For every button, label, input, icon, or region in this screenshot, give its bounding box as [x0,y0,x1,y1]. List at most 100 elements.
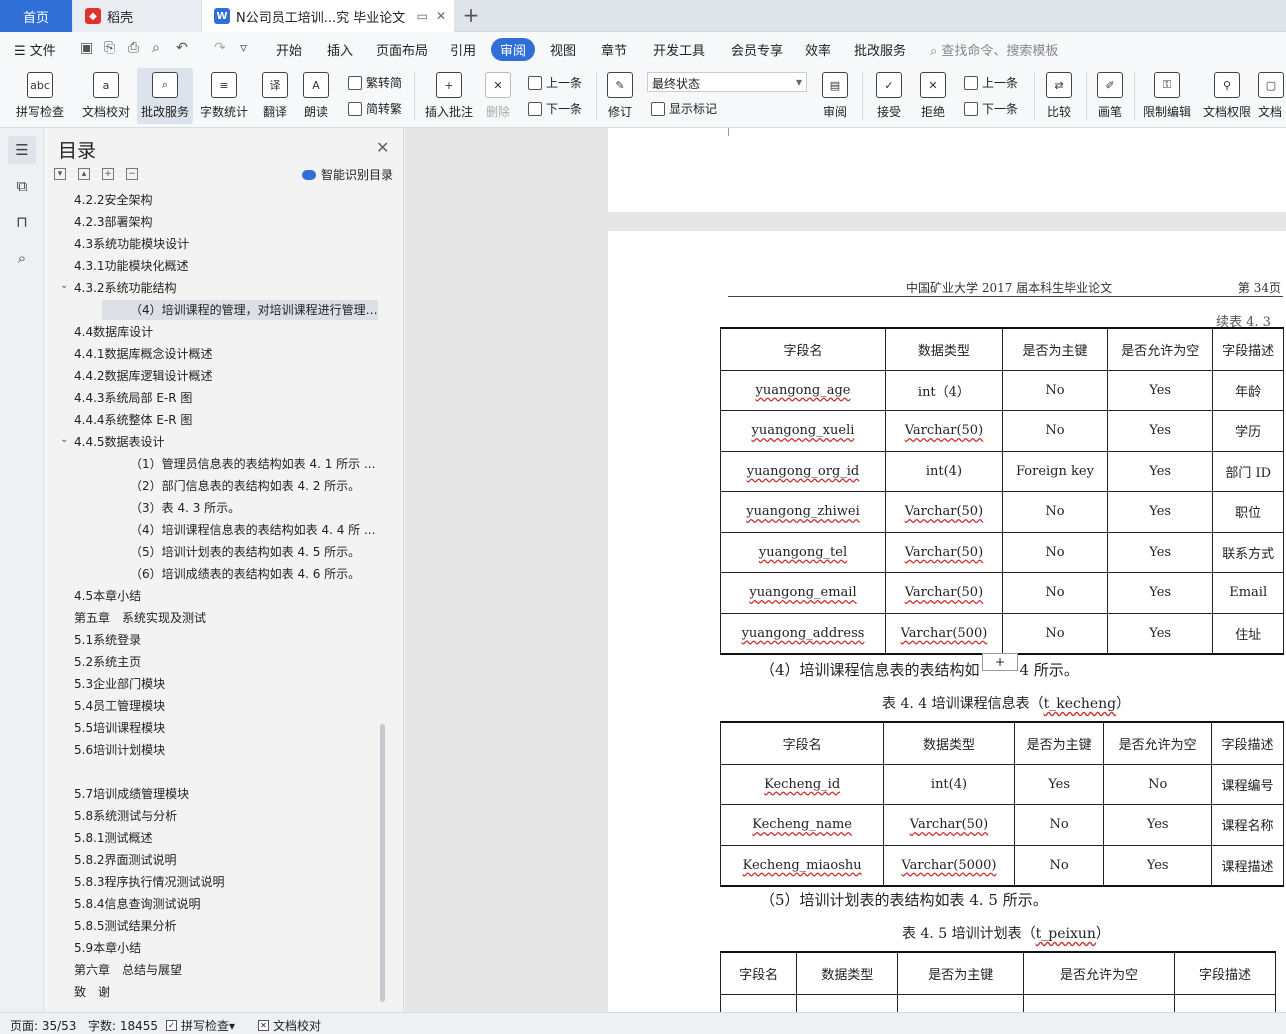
menu-insert[interactable]: 插入 [327,40,353,59]
next-comment-button[interactable]: 下一条 [528,100,582,117]
toc-item[interactable]: 4.4.2数据库逻辑设计概述 [74,366,374,386]
doc-proofread-button[interactable]: a 文档校对 [78,68,134,124]
menu-review[interactable]: 审阅 [491,38,536,61]
tab-document[interactable]: W N公司员工培训...究 毕业论文 ▭ ✕ [202,0,454,32]
toc-item[interactable]: 4.4.3系统局部 E-R 图 [74,388,374,408]
word-count[interactable]: 字数: 18455 [88,1017,158,1034]
expand-up-icon[interactable]: ▴ [78,168,90,180]
trad-to-simp-button[interactable]: 繁转简 [348,74,402,91]
accept-change-button[interactable]: ✓ 接受 [870,68,908,124]
toc-item[interactable]: 4.2.3部署架构 [74,212,374,232]
toc-item[interactable]: 5.8.5测试结果分析 [74,916,374,936]
doc-rights-button[interactable]: ⚲ 文档权限 [1200,68,1254,124]
add-heading-icon[interactable]: + [102,168,114,180]
toc-item[interactable]: 4.4数据库设计 [74,322,374,342]
toc-item[interactable]: 5.8.2界面测试说明 [74,850,374,870]
new-tab-icon[interactable]: + [460,4,482,26]
command-search[interactable]: ⌕ 查找命令、搜索模板 [930,40,1058,59]
prev-change-button[interactable]: 上一条 [964,74,1018,91]
delete-comment-button[interactable]: ✕ 删除 [480,68,516,124]
read-aloud-button[interactable]: A 朗读 [298,68,334,124]
toc-item[interactable]: （4）培训课程信息表的表结构如表 4. 4 所 ... [130,520,430,540]
word-count-button[interactable]: ≡ 字数统计 [197,68,251,124]
toc-item[interactable]: 第六章 总结与展望 [74,960,374,980]
undo-icon[interactable]: ↶ [176,40,188,56]
toc-item[interactable]: 致 谢 [74,982,374,1002]
statusbar-proofread[interactable]: ✕ 文档校对 [258,1017,321,1034]
menu-start[interactable]: 开始 [276,40,302,59]
menu-view[interactable]: 视图 [550,40,576,59]
save-icon[interactable]: ▣ [80,40,93,56]
menu-dev-tools[interactable]: 开发工具 [653,40,705,59]
print-icon[interactable]: ⎙ [128,40,139,56]
reject-change-button[interactable]: ✕ 拒绝 [914,68,952,124]
translate-button[interactable]: 译 翻译 [256,68,294,124]
remove-heading-icon[interactable]: − [126,168,138,180]
toc-item[interactable]: 5.4员工管理模块 [74,696,374,716]
toc-item[interactable]: （4）培训课程的管理，对培训课程进行管理 ... [102,300,378,320]
toc-item[interactable]: （3）表 4. 3 所示。 [130,498,430,518]
toc-item[interactable]: 5.8系统测试与分析 [74,806,374,826]
toc-item[interactable]: 5.2系统主页 [74,652,374,672]
menu-chapter[interactable]: 章节 [601,40,627,59]
prev-comment-button[interactable]: 上一条 [528,74,582,91]
markup-status-select[interactable]: 最终状态 [647,72,807,92]
collapse-all-icon[interactable]: ▾ [54,168,66,180]
quick-access-more-icon[interactable]: ▿ [240,40,247,56]
expand-caret-icon[interactable]: ⌄ [60,434,68,445]
tab-close-icon[interactable]: ✕ [436,9,446,23]
toc-item[interactable]: （6）培训成绩表的表结构如表 4. 6 所示。 [130,564,430,584]
toc-item[interactable]: 4.4.4系统整体 E-R 图 [74,410,374,430]
chapter-nav-icon[interactable]: ⧉ [8,172,36,200]
file-menu[interactable]: ☰ 文件 [14,40,56,59]
menu-correction[interactable]: 批改服务 [854,40,906,59]
export-icon[interactable]: ⎘ [104,40,115,56]
insert-comment-button[interactable]: + 插入批注 [422,68,476,124]
toc-item[interactable]: 5.1系统登录 [74,630,374,650]
menu-page-layout[interactable]: 页面布局 [376,40,428,59]
compare-button[interactable]: ⇄ 比较 [1040,68,1078,124]
tab-pin-icon[interactable]: ▭ [417,9,428,23]
page-indicator[interactable]: 页面: 35/53 [10,1017,76,1034]
toc-item[interactable]: 5.8.3程序执行情况测试说明 [74,872,374,892]
toc-item[interactable]: 4.4.1数据库概念设计概述 [74,344,374,364]
print-preview-icon[interactable]: ⌕ [152,40,160,56]
spell-check-button[interactable]: abc 拼写检查 [8,68,72,124]
find-icon[interactable]: ⌕ [8,244,36,272]
toc-item[interactable]: 5.3企业部门模块 [74,674,374,694]
doc-more-button[interactable]: ▢ 文档 [1258,68,1286,124]
tab-home[interactable]: 首页 [0,0,72,32]
toc-item[interactable]: 5.6培训计划模块 [74,740,374,760]
statusbar-spell-check[interactable]: ✓ 拼写检查 ▾ [166,1017,235,1034]
toc-item[interactable]: （2）部门信息表的表结构如表 4. 2 所示。 [130,476,430,496]
expand-caret-icon[interactable]: ⌄ [60,280,68,291]
tab-daoke[interactable]: ◆ 稻壳 [73,0,201,32]
smart-toc-button[interactable]: 智能识别目录 [302,166,393,183]
toc-item[interactable]: 4.3.1功能模块化概述 [74,256,374,276]
menu-efficiency[interactable]: 效率 [805,40,831,59]
close-icon[interactable]: ✕ [376,138,389,157]
toc-item[interactable]: 4.2.2安全架构 [74,190,374,210]
toc-item[interactable]: 5.8.4信息查询测试说明 [74,894,374,914]
menu-membership[interactable]: 会员专享 [731,40,783,59]
next-change-button[interactable]: 下一条 [964,100,1018,117]
toc-item[interactable]: 5.7培训成绩管理模块 [74,784,374,804]
restrict-editing-button[interactable]: ⚿ 限制编辑 [1140,68,1194,124]
review-pane-button[interactable]: ▤ 审阅 [816,68,854,124]
redo-icon[interactable]: ↷ [214,40,226,56]
toc-item[interactable]: 4.5本章小结 [74,586,374,606]
toc-item[interactable]: （5）培训计划表的表结构如表 4. 5 所示。 [130,542,430,562]
pen-button[interactable]: ✐ 画笔 [1092,68,1128,124]
toc-item[interactable]: 4.3.2系统功能结构 [74,278,374,298]
correction-service-button[interactable]: ⌕ 批改服务 [137,68,193,124]
toc-item[interactable]: 4.4.5数据表设计 [74,432,374,452]
toc-item[interactable]: 5.8.1测试概述 [74,828,374,848]
toc-panel-icon[interactable]: ☰ [8,136,36,164]
toc-item[interactable]: 5.9本章小结 [74,938,374,958]
bookmark-icon[interactable]: ⊓ [8,208,36,236]
toc-item[interactable]: （1）管理员信息表的表结构如表 4. 1 所示 ... [130,454,430,474]
toc-scrollbar[interactable] [380,724,385,1002]
track-changes-button[interactable]: ✎ 修订 [602,68,638,124]
simp-to-trad-button[interactable]: 简转繁 [348,100,402,117]
toc-item[interactable]: 5.5培训课程模块 [74,718,374,738]
